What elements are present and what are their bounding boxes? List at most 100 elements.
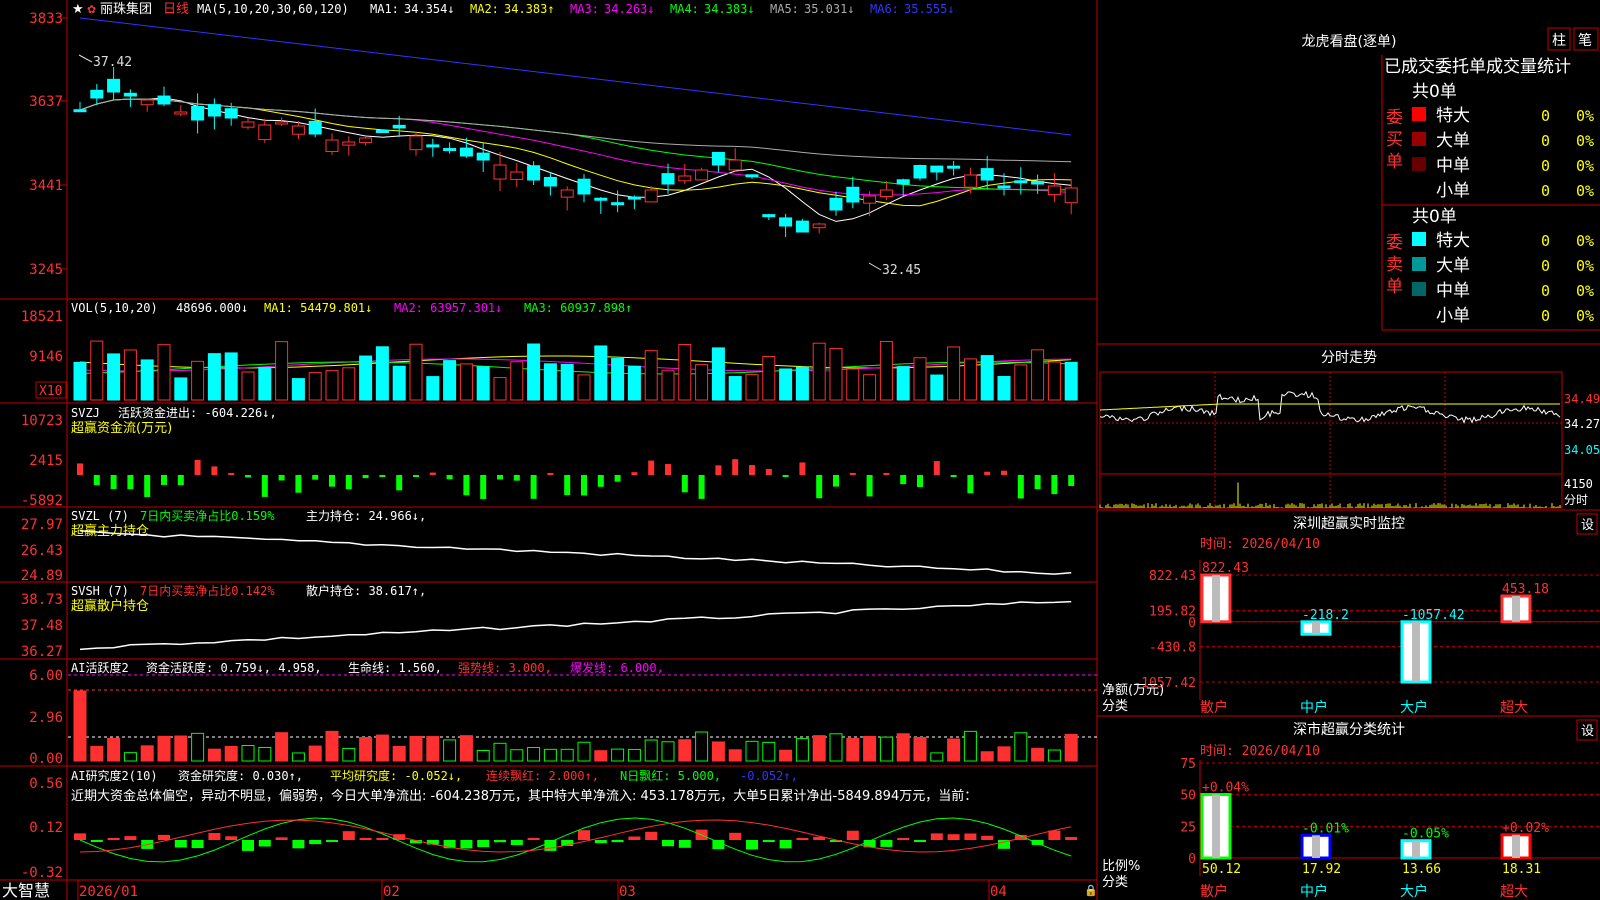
ai1-bar [325,730,339,762]
classify-tick: 0 [1188,852,1196,867]
candle-body [963,174,977,188]
volume-bar [560,363,574,401]
candle-body [930,165,944,173]
ai1-bar [594,750,608,762]
volume-bar [728,376,742,401]
candle-body [543,176,557,187]
ai1-bar [611,748,625,762]
classify-bar-shade [1212,794,1220,858]
volume-bar [308,372,322,401]
svzj-bar [833,475,839,487]
classify-change-label: +0.04% [1202,781,1249,796]
ai1-threshold-lines [68,674,1097,738]
volume-bar [493,377,507,401]
ai1-axis: 6.00 2.96 0.00 [29,668,63,767]
order-total: 共0单 [1412,207,1457,227]
vol-tick: 9146 [29,349,63,365]
svzj-bars [77,459,1075,499]
vol-ma3: MA3: 60937.898↑ [524,301,632,315]
classify-tick: 75 [1180,757,1196,772]
side-label-char: 卖 [1386,255,1403,275]
volume-bar [812,342,826,401]
ai2-bar [191,840,204,849]
svzj-bar [480,475,487,499]
side-label-char: 单 [1386,277,1403,297]
svsh-axis: 38.73 37.48 36.27 [21,592,63,660]
order-count: 0 [1541,132,1550,150]
ai1-bar [913,736,927,762]
ma-header: ★ ✿ 丽珠集团 日线 MA(5,10,20,30,60,120) MA1: 34… [72,1,955,17]
monitor-ylabel: 净额(万元) [1102,683,1164,698]
classify-title: 深市超赢分类统计 [1293,721,1405,738]
svzl-desc1: 7日内买卖净占比0.159% [140,508,275,523]
candle-body [980,168,994,181]
vol-axis: 18521 9146 [21,309,63,365]
svzj-bar [564,475,571,496]
tab-bar-label[interactable]: 柱 [1552,33,1566,49]
order-type: 小单 [1436,306,1470,326]
volume-bars [73,340,1078,401]
ai2-bar [292,840,305,849]
candle-body [258,124,272,141]
monitor-settings-label[interactable]: 设 [1581,518,1594,533]
volume-bar [73,361,87,401]
star-icon: ★ [72,2,84,17]
volume-bar [577,374,591,401]
vol-value: 48696.000↓ [176,301,248,315]
ai1-bar [90,745,104,762]
order-pct: 0% [1576,157,1594,175]
classify-category: 超大 [1500,884,1528,900]
volume-bar [863,374,877,401]
candle-body [594,197,608,201]
ai2-bar [930,833,943,840]
classify-xlabel: 分类 [1102,875,1128,890]
ai2-bar [326,840,338,842]
volume-bar [476,366,490,401]
order-count: 0 [1541,107,1550,125]
ai2-bar [578,830,590,840]
order-pct: 0% [1576,307,1594,325]
ai2-bar [174,840,187,848]
order-type: 中单 [1436,156,1470,176]
vol-label: VOL(5,10,20) [71,301,158,315]
intraday-chart[interactable] [1099,371,1563,509]
ai1-bar [963,730,977,762]
svsh-label: SVSH (7) [71,584,129,598]
classify-category: 散户 [1200,883,1228,900]
ai1-bar [577,741,591,762]
candle-body [392,124,406,129]
intraday-vol-unit: 分时 [1564,493,1588,507]
classify-value-label: 13.66 [1402,862,1441,877]
ai1-bar [191,732,205,762]
candle-body [493,164,507,180]
order-pct: 0% [1576,232,1594,250]
ai2-bar [645,831,658,840]
date-label: 04 [990,884,1007,900]
candle-body [73,109,87,113]
side-label-char: 委 [1386,233,1403,253]
classify-change-label: -0.01% [1302,821,1349,836]
period-label: 日线 [163,2,189,17]
monitor-bar-label: -218.2 [1302,608,1349,623]
volume-bar [258,366,272,401]
candle-body [728,159,742,171]
ai1-bar [459,735,473,762]
candle-body [1014,180,1028,184]
ai1-tick: 2.96 [29,710,63,726]
date-label: 03 [619,884,636,900]
ai1-bar [644,739,658,762]
volume-bar [846,368,860,401]
ai2-bar [527,837,540,840]
svzj-sub: 超赢资金流(万元) [71,420,172,436]
volume-bar [90,340,104,401]
svzj-bar [110,475,117,490]
candle-body [375,130,389,134]
svzj-bar [1017,475,1024,499]
ai2-bar [712,840,725,850]
candlesticks[interactable] [73,67,1078,238]
monitor-bar-shade [1312,621,1320,635]
classify-settings-label[interactable]: 设 [1581,724,1594,739]
tab-tick-label[interactable]: 笔 [1578,33,1592,49]
side-label-char: 买 [1386,130,1403,150]
trading-chart-canvas[interactable]: ★ ✿ 丽珠集团 日线 MA(5,10,20,30,60,120) MA1: 34… [0,0,1600,900]
